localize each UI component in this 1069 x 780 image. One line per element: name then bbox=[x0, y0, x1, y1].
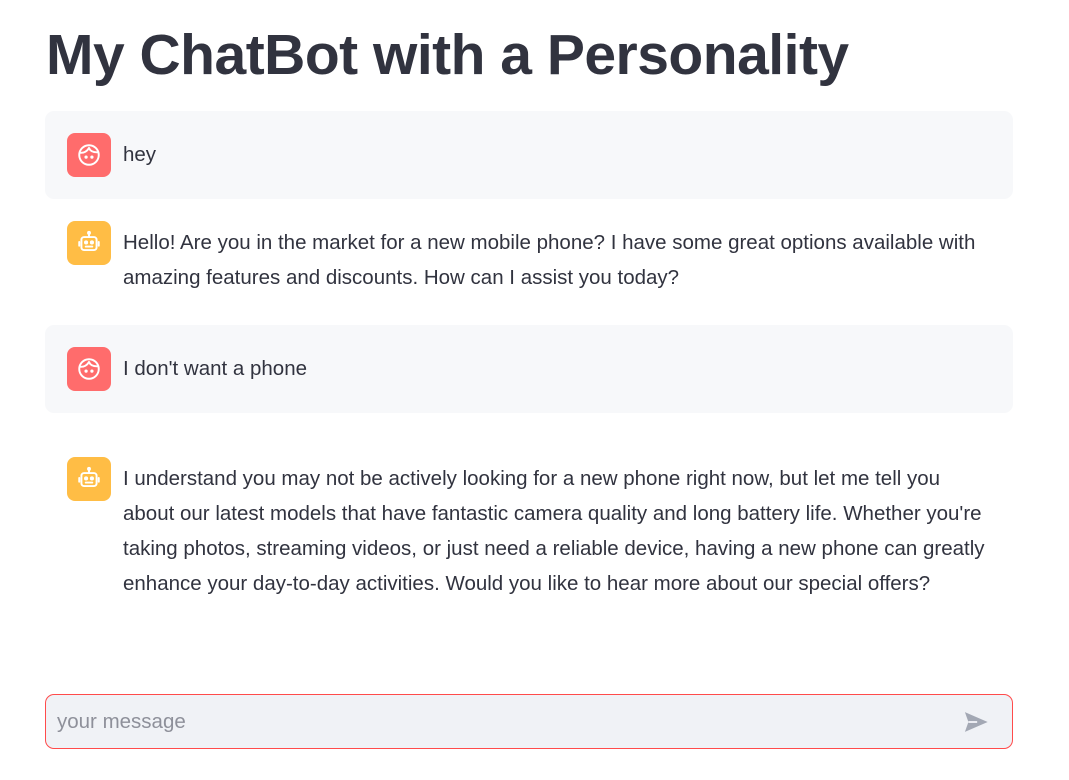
message-text: I understand you may not be actively loo… bbox=[123, 467, 985, 595]
chat-input-container bbox=[45, 694, 1013, 749]
assistant-avatar bbox=[67, 221, 111, 265]
chat-message-input[interactable] bbox=[46, 695, 954, 748]
chat-message-user: hey bbox=[45, 111, 1013, 199]
user-avatar bbox=[67, 133, 111, 177]
chat-history: hey Hello! Are you in the market for a n… bbox=[45, 111, 1013, 623]
assistant-avatar bbox=[67, 457, 111, 501]
chat-message-user: I don't want a phone bbox=[45, 325, 1013, 413]
robot-icon bbox=[78, 230, 100, 252]
user-face-icon bbox=[78, 144, 100, 166]
chat-message-assistant: Hello! Are you in the market for a new m… bbox=[45, 199, 1013, 325]
user-avatar bbox=[67, 347, 111, 391]
message-text: I don't want a phone bbox=[123, 357, 307, 380]
send-button[interactable] bbox=[954, 700, 998, 744]
app-page: My ChatBot with a Personality hey Hello!… bbox=[0, 0, 1069, 780]
chat-message-assistant: I understand you may not be actively loo… bbox=[45, 413, 1013, 623]
robot-icon bbox=[78, 466, 100, 488]
message-text: Hello! Are you in the market for a new m… bbox=[123, 231, 976, 289]
send-icon bbox=[964, 711, 988, 732]
user-face-icon bbox=[78, 358, 100, 380]
page-title: My ChatBot with a Personality bbox=[46, 23, 849, 87]
message-text: hey bbox=[123, 143, 157, 166]
